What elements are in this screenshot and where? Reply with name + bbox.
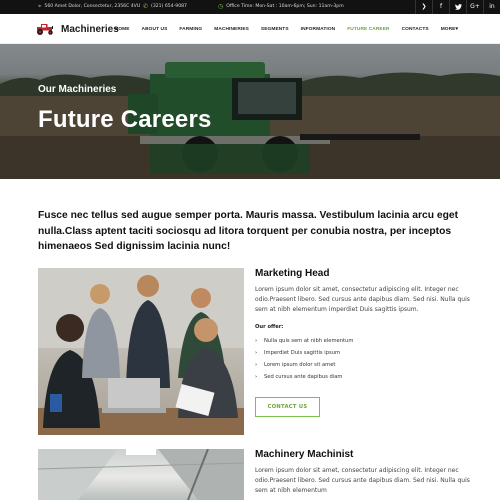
machinist-workshop-photo [38, 449, 244, 500]
page-hero-banner: Our Machineries Future Careers [0, 44, 500, 179]
job-description: Lorem ipsum dolor sit amet, consectetur … [255, 286, 470, 313]
location-pin-icon: ⌖ [38, 3, 42, 10]
top-info-bar: ⌖ 560 Amet Dolor, Consectetur, 2356C 4VU… [0, 0, 500, 14]
tractor-logo-icon [37, 24, 53, 35]
nav-about-us[interactable]: ABOUT US [142, 27, 168, 32]
rss-icon[interactable]: ❯ [415, 0, 432, 14]
main-navbar: Machineries HOME ABOUT US FARMING MACHIN… [0, 14, 500, 44]
twitter-icon[interactable] [449, 0, 466, 14]
marketing-team-photo [38, 268, 244, 435]
job-title: Marketing Head [255, 268, 330, 279]
facebook-icon[interactable]: f [432, 0, 449, 14]
office-hours-info: ◷ Office Time: Mon-Sat : 10am-6pm; Sun: … [218, 0, 344, 14]
contact-us-button[interactable]: CONTACT US [255, 397, 320, 418]
offer-list: Nulla quis sem at nibh elementum Imperdi… [255, 335, 470, 383]
phone-icon: ✆ [143, 3, 149, 10]
offer-label: Our offer: [255, 324, 284, 331]
nav-future-career[interactable]: FUTURE CAREER [347, 27, 389, 32]
hero-title: Future Careers [38, 106, 212, 133]
job-machinery-machinist: Machinery Machinist Lorem ipsum dolor si… [255, 449, 470, 495]
address-text: 560 Amet Dolor, Consectetur, 2356C 4VU [44, 4, 141, 9]
offer-item: Imperdiet Duis sagittis ipsum [255, 347, 470, 359]
linkedin-icon[interactable]: in [483, 0, 500, 14]
phone-text: (321) 654-9087 [151, 4, 187, 9]
main-menu: HOME ABOUT US FARMING MACHINERIES SEGMEN… [103, 14, 458, 44]
hero-subtitle: Our Machineries [38, 84, 117, 95]
intro-paragraph: Fusce nec tellus sed augue semper porta.… [38, 210, 459, 252]
social-links: ❯ f G+ in [415, 0, 500, 14]
google-plus-icon[interactable]: G+ [466, 0, 483, 14]
job-description: Lorem ipsum dolor sit amet, consectetur … [255, 467, 470, 494]
nav-information[interactable]: INFORMATION [301, 27, 336, 32]
nav-more-dropdown[interactable]: MORE▾ [441, 27, 458, 32]
offer-item: Lorem ipsum dolor sit amet [255, 359, 470, 371]
offer-item: Sed cursus ante dapibus diam [255, 371, 470, 383]
clock-icon: ◷ [218, 3, 224, 10]
phone-info: ✆ (321) 654-9087 [143, 0, 187, 14]
nav-home[interactable]: HOME [115, 27, 130, 32]
nav-segments[interactable]: SEGMENTS [261, 27, 289, 32]
nav-farming[interactable]: FARMING [179, 27, 202, 32]
job-title: Machinery Machinist [255, 449, 354, 460]
nav-contacts[interactable]: CONTACTS [402, 27, 429, 32]
nav-machineries[interactable]: MACHINERIES [214, 27, 249, 32]
job-marketing-head: Marketing Head Lorem ipsum dolor sit ame… [255, 268, 470, 418]
address-info: ⌖ 560 Amet Dolor, Consectetur, 2356C 4VU [38, 0, 140, 14]
offer-item: Nulla quis sem at nibh elementum [255, 335, 470, 347]
office-hours-text: Office Time: Mon-Sat : 10am-6pm; Sun: 11… [226, 4, 344, 9]
